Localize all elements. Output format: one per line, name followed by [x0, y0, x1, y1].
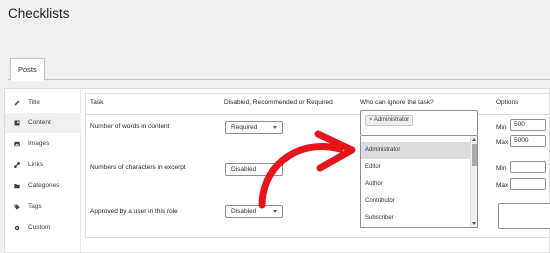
max-label: Max	[496, 182, 509, 189]
header-options: Options	[496, 99, 519, 106]
task-label: Number of words in content	[90, 123, 170, 130]
max-words-input[interactable]: 5000	[510, 135, 546, 147]
role-dropdown-list[interactable]: Administrator Editor Author Contributor …	[360, 136, 478, 228]
sidebar-item-images[interactable]: Images	[5, 134, 81, 154]
sidebar-item-label: Custom	[28, 224, 51, 231]
min-label: Min	[496, 124, 507, 131]
chevron-down-icon	[273, 210, 277, 213]
dropdown-scrollbar[interactable]	[470, 136, 477, 227]
images-icon	[14, 141, 20, 147]
page-title: Checklists	[8, 6, 70, 21]
task-label: Approved by a user in this role	[90, 208, 178, 215]
status-select-value: Disabled	[231, 208, 257, 215]
status-select[interactable]: Disabled	[225, 205, 283, 218]
sidebar-item-label: Content	[28, 119, 51, 126]
link-icon	[14, 162, 20, 168]
sidebar-item-label: Title	[28, 99, 41, 106]
sidebar-item-label: Tags	[28, 203, 42, 210]
header-who: Who can ignore the task?	[360, 99, 434, 106]
sidebar-item-tags[interactable]: Tags	[5, 197, 81, 217]
status-select[interactable]: Required	[225, 121, 283, 134]
sidebar-item-categories[interactable]: Categories	[5, 176, 81, 196]
roles-textarea[interactable]	[498, 203, 550, 229]
role-option-contributor[interactable]: Contributor	[361, 193, 471, 210]
scroll-down-icon[interactable]	[472, 222, 476, 225]
header-divider	[86, 114, 550, 115]
header-task: Task	[90, 99, 104, 106]
status-select[interactable]: Disabled	[225, 163, 283, 176]
scroll-up-icon[interactable]	[472, 138, 476, 141]
sidebar-item-title[interactable]: Title	[5, 93, 81, 113]
role-option-editor[interactable]: Editor	[361, 159, 471, 176]
min-label: Min	[496, 165, 507, 172]
min-chars-input[interactable]	[510, 161, 546, 173]
sidebar-item-label: Links	[28, 161, 44, 168]
scrollbar-thumb[interactable]	[472, 144, 477, 166]
gear-icon	[14, 225, 20, 231]
sidebar: Title Content Images Links Categories Ta…	[5, 89, 81, 252]
role-option-author[interactable]: Author	[361, 176, 471, 193]
sidebar-item-label: Categories	[28, 182, 60, 189]
sidebar-item-content[interactable]: Content	[5, 113, 81, 133]
content-icon	[14, 120, 20, 126]
role-option-subscriber[interactable]: Subscriber	[361, 210, 471, 227]
chevron-down-icon	[273, 126, 277, 129]
pencil-icon	[14, 100, 20, 106]
chevron-down-icon	[273, 168, 277, 171]
sidebar-item-custom[interactable]: Custom	[5, 218, 81, 238]
max-chars-input[interactable]	[510, 178, 546, 190]
sidebar-item-label: Images	[28, 140, 50, 147]
checklist-panel: Title Content Images Links Categories Ta…	[4, 88, 550, 253]
role-chip[interactable]: × Administrator	[365, 115, 414, 126]
tag-icon	[14, 204, 20, 210]
status-select-value: Required	[231, 124, 258, 131]
role-option-administrator[interactable]: Administrator	[361, 142, 471, 159]
header-status: Disabled, Recommended or Required	[224, 99, 333, 106]
folder-icon	[14, 184, 20, 189]
task-label: Numbers of characters in excerpt	[90, 164, 186, 171]
role-multiselect[interactable]: × Administrator	[360, 110, 478, 136]
max-label: Max	[496, 139, 509, 146]
tab-bar: Posts	[8, 58, 550, 81]
sidebar-item-links[interactable]: Links	[5, 155, 81, 175]
min-words-input[interactable]: 500	[510, 119, 546, 131]
status-select-value: Disabled	[231, 166, 257, 173]
tab-posts[interactable]: Posts	[10, 58, 45, 81]
tasks-table: Task Disabled, Recommended or Required W…	[85, 93, 550, 238]
